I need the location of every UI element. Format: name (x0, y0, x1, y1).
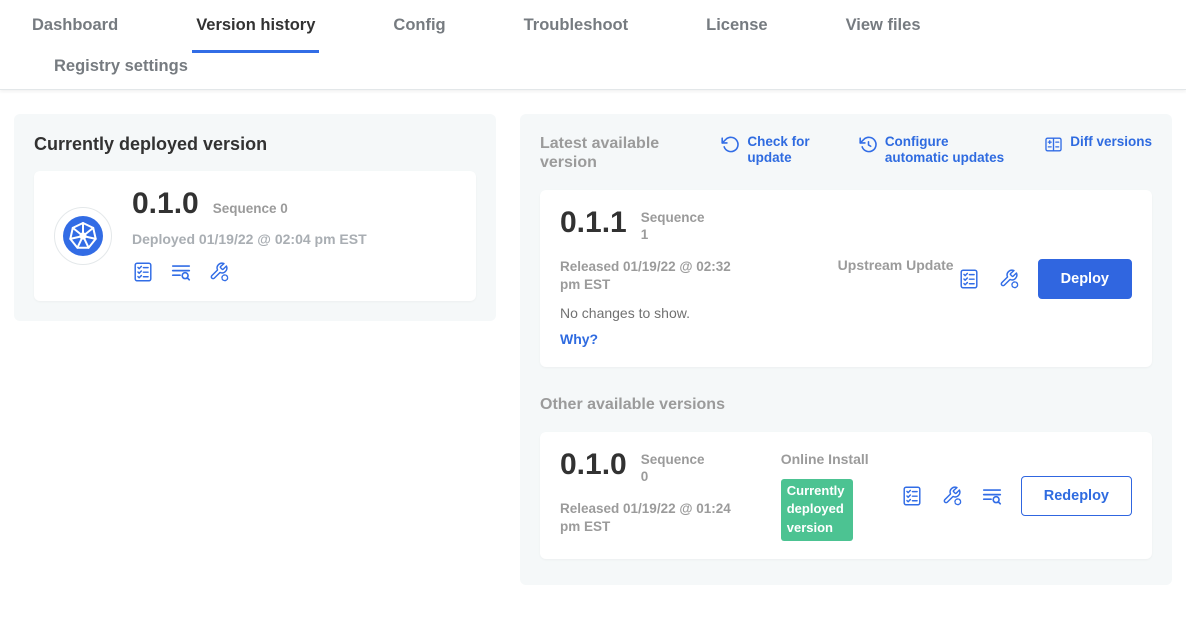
diff-versions-label: Diff versions (1070, 134, 1152, 150)
refresh-icon (721, 135, 740, 154)
latest-sequence: Sequence 1 (641, 210, 705, 244)
preflight-checks-icon[interactable] (901, 485, 923, 507)
latest-version-source: Upstream Update (838, 256, 958, 349)
other-version-number: 0.1.0 (560, 450, 627, 480)
kubernetes-wheel (61, 214, 105, 258)
diff-versions-link[interactable]: Diff versions (1044, 134, 1152, 154)
version-row: 0.1.1 Sequence 1 (560, 208, 838, 244)
other-version-source-col: Online Install Currently deployed versio… (781, 450, 901, 541)
check-for-update-label: Check for update (747, 134, 827, 166)
kubernetes-logo-icon (54, 207, 112, 265)
version-row: 0.1.0 Sequence 0 (132, 189, 367, 219)
why-link[interactable]: Why? (560, 331, 598, 347)
edit-config-icon[interactable] (998, 268, 1020, 290)
view-logs-icon[interactable] (981, 485, 1003, 507)
main-content: Currently deployed version (0, 90, 1186, 609)
view-logs-icon[interactable] (170, 261, 192, 283)
other-version-card: 0.1.0 Sequence 0 Released 01/19/22 @ 01:… (540, 432, 1152, 559)
other-versions-title: Other available versions (540, 395, 1152, 414)
available-versions-panel: Latest available version Check for updat… (520, 114, 1172, 585)
latest-version-number: 0.1.1 (560, 208, 627, 238)
preflight-checks-icon[interactable] (958, 268, 980, 290)
currently-deployed-badge: Currently deployed version (781, 479, 853, 542)
check-for-update-link[interactable]: Check for update (721, 134, 827, 166)
deployed-timestamp: Deployed 01/19/22 @ 02:04 pm EST (132, 231, 367, 247)
other-sequence: Sequence 0 (641, 452, 705, 486)
no-changes-text: No changes to show. (560, 305, 838, 321)
other-version-source: Online Install (781, 450, 901, 468)
deployed-version-card: 0.1.0 Sequence 0 Deployed 01/19/22 @ 02:… (34, 171, 476, 301)
nav-tab-row-1: Dashboard Version history Config Trouble… (0, 16, 1186, 53)
preflight-checks-icon[interactable] (132, 261, 154, 283)
deploy-button[interactable]: Deploy (1038, 259, 1132, 299)
available-versions-header: Latest available version Check for updat… (540, 134, 1152, 172)
tab-license[interactable]: License (702, 16, 771, 53)
tab-config[interactable]: Config (389, 16, 449, 53)
latest-released-timestamp: Released 01/19/22 @ 02:32 pm EST (560, 258, 732, 293)
currently-deployed-title: Currently deployed version (34, 134, 476, 155)
tab-version-history[interactable]: Version history (192, 16, 319, 53)
edit-config-icon[interactable] (941, 485, 963, 507)
deployed-version-number: 0.1.0 (132, 189, 199, 219)
other-version-info: 0.1.0 Sequence 0 Released 01/19/22 @ 01:… (560, 450, 781, 541)
latest-version-actions: Deploy (958, 259, 1132, 299)
top-nav: Dashboard Version history Config Trouble… (0, 0, 1186, 90)
latest-version-info: 0.1.1 Sequence 1 Released 01/19/22 @ 02:… (560, 208, 838, 349)
configure-automatic-updates-label: Configure automatic updates (885, 134, 1013, 166)
nav-tab-row-2: Registry settings (0, 57, 1186, 89)
other-released-timestamp: Released 01/19/22 @ 01:24 pm EST (560, 500, 732, 535)
tab-troubleshoot[interactable]: Troubleshoot (520, 16, 633, 53)
configure-automatic-updates-link[interactable]: Configure automatic updates (859, 134, 1013, 166)
deployed-actions (132, 261, 367, 283)
latest-available-title: Latest available version (540, 134, 690, 172)
currently-deployed-panel: Currently deployed version (14, 114, 496, 321)
other-version-actions: Redeploy (901, 476, 1132, 516)
tab-view-files[interactable]: View files (842, 16, 925, 53)
latest-version-card: 0.1.1 Sequence 1 Released 01/19/22 @ 02:… (540, 190, 1152, 367)
tab-registry-settings[interactable]: Registry settings (50, 57, 192, 89)
edit-config-icon[interactable] (208, 261, 230, 283)
tab-dashboard[interactable]: Dashboard (28, 16, 122, 53)
auto-update-icon (859, 135, 878, 154)
redeploy-button[interactable]: Redeploy (1021, 476, 1132, 516)
version-row: 0.1.0 Sequence 0 (560, 450, 781, 486)
diff-icon (1044, 135, 1063, 154)
deployed-sequence: Sequence 0 (213, 201, 288, 218)
deployed-version-info: 0.1.0 Sequence 0 Deployed 01/19/22 @ 02:… (132, 189, 367, 283)
